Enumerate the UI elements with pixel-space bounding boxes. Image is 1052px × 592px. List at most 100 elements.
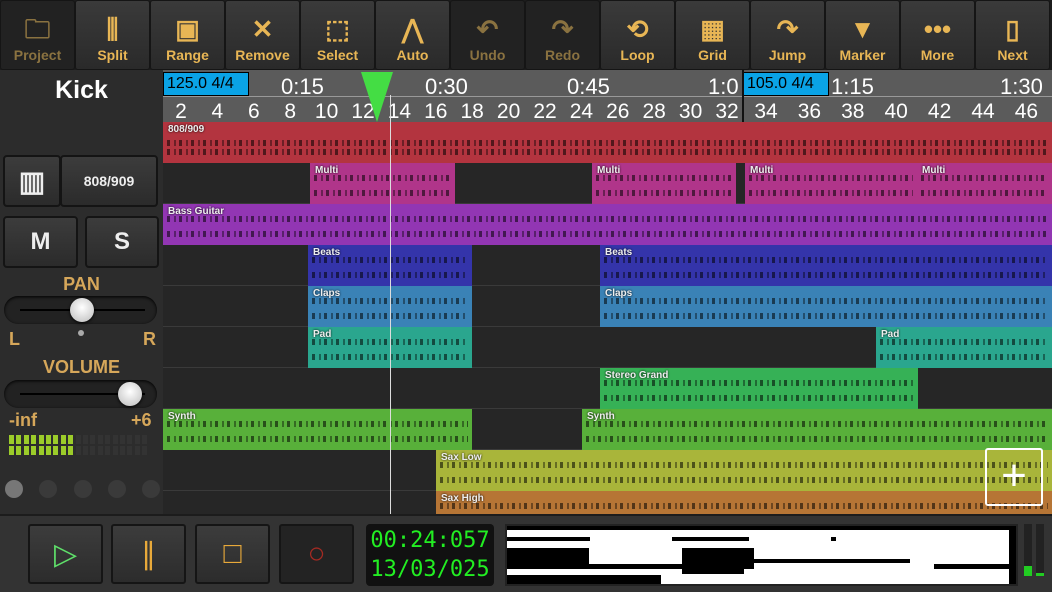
track-row[interactable]: Bass Guitar — [163, 204, 1052, 245]
more-button[interactable]: ••• More — [900, 0, 975, 70]
clip[interactable]: 808/909 — [163, 122, 1052, 163]
clip[interactable]: Multi — [592, 163, 736, 204]
bar-label: 40 — [884, 100, 908, 123]
time-label: 1:0 — [708, 74, 739, 99]
track-row[interactable]: 808/909 — [163, 122, 1052, 163]
playhead-marker[interactable] — [361, 72, 393, 122]
mute-button[interactable]: M — [3, 216, 78, 268]
page-dot[interactable] — [5, 480, 23, 498]
timeline-ruler[interactable]: 0:15 0:30 0:45 1:0 1:15 1:30 2 4 6 8 10 12 14 16 18 20 2… — [163, 70, 1052, 123]
clip-label: Claps — [605, 288, 633, 299]
project-button[interactable]: 🗀 Project — [0, 0, 75, 70]
pan-slider[interactable] — [4, 296, 157, 324]
time-label: 0:15 — [281, 74, 324, 99]
meter-segment — [31, 435, 37, 444]
add-track-button[interactable]: + — [985, 448, 1043, 506]
toolbar-label: Undo — [469, 47, 506, 63]
clip[interactable]: Multi — [310, 163, 455, 204]
automation-icon: ⋀ — [401, 14, 424, 44]
track-row[interactable]: Stereo Grand — [163, 368, 1052, 409]
meter-segment — [23, 446, 29, 455]
meter-segment — [75, 435, 81, 444]
clip[interactable]: Multi — [917, 163, 1052, 204]
pause-button[interactable]: ∥ — [111, 524, 186, 584]
page-dot[interactable] — [73, 480, 92, 498]
toolbar-label: Loop — [620, 47, 655, 63]
bar-label: 18 — [460, 100, 484, 123]
stop-button[interactable]: □ — [195, 524, 270, 584]
track-panel: Kick ▥ 808/909 M S PAN L R VOLUME -inf +… — [0, 70, 163, 514]
clip-label: Bass Guitar — [168, 206, 225, 217]
song-overview[interactable] — [505, 524, 1018, 586]
meter-segment — [142, 446, 148, 455]
overview-clip — [507, 571, 682, 575]
track-row[interactable]: Beats Beats — [163, 245, 1052, 286]
clip[interactable]: Synth — [163, 409, 472, 450]
undo-icon: ↶ — [476, 14, 499, 44]
volume-knob[interactable] — [118, 382, 142, 406]
page-dot[interactable] — [107, 480, 126, 498]
record-button[interactable]: ○ — [279, 524, 354, 584]
pan-knob[interactable] — [70, 298, 94, 322]
page-dot[interactable] — [39, 480, 58, 498]
track-row[interactable]: Multi Multi Multi Multi — [163, 163, 1052, 204]
track-row[interactable]: Pad Pad — [163, 327, 1052, 368]
clip[interactable]: Sax High — [436, 491, 1052, 514]
marker-button[interactable]: ▼ Marker — [825, 0, 900, 70]
jump-button[interactable]: ↷ Jump — [750, 0, 825, 70]
page-dot[interactable] — [142, 480, 160, 498]
auto-button[interactable]: ⋀ Auto — [375, 0, 450, 70]
meter-segment — [97, 446, 103, 455]
piano-icon[interactable]: ▥ — [3, 155, 61, 207]
overview-clip — [588, 560, 682, 564]
clip[interactable]: Bass Guitar — [163, 204, 1052, 245]
pause-icon: ∥ — [141, 537, 156, 571]
play-button[interactable]: ▷ — [28, 524, 103, 584]
undo-button[interactable]: ↶ Undo — [450, 0, 525, 70]
meter-segment — [142, 435, 148, 444]
time-readout: 00:24:057 — [370, 528, 490, 553]
clip[interactable]: Synth — [582, 409, 1052, 450]
grid-button[interactable]: ▦ Grid — [675, 0, 750, 70]
track-name[interactable]: Kick — [0, 76, 163, 105]
track-row[interactable]: Synth Synth — [163, 409, 1052, 450]
redo-icon: ↷ — [551, 14, 574, 44]
clip[interactable]: Multi — [745, 163, 917, 204]
track-area[interactable]: 808/909 Multi Multi Multi Multi Bass Guitar Be… — [163, 122, 1052, 514]
bar-label: 6 — [247, 100, 260, 123]
grid-icon: ▦ — [700, 14, 725, 44]
loop-button[interactable]: ⟲ Loop — [600, 0, 675, 70]
meter-segment — [134, 435, 140, 444]
toolbar-label: Jump — [768, 47, 807, 63]
clip[interactable]: Stereo Grand — [600, 368, 918, 409]
select-icon: ⬚ — [325, 14, 350, 44]
meter-segment — [46, 435, 51, 444]
track-row[interactable]: Sax Low — [163, 450, 1052, 491]
instrument-button[interactable]: 808/909 — [60, 155, 158, 207]
tempo-marker[interactable]: 105.0 4/4 — [743, 72, 829, 96]
clip[interactable]: Beats — [600, 245, 1052, 286]
track-row[interactable]: Claps Claps — [163, 286, 1052, 327]
remove-button[interactable]: ✕ Remove — [225, 0, 300, 70]
range-button[interactable]: ▣ Range — [150, 0, 225, 70]
clip-label: 808/909 — [168, 124, 205, 135]
clip[interactable]: Sax Low — [436, 450, 1052, 491]
clip-label: Multi — [922, 165, 946, 176]
bar-label: 2 — [175, 100, 187, 123]
volume-slider[interactable] — [4, 380, 157, 408]
tempo-marker[interactable]: 125.0 4/4 — [163, 72, 249, 96]
playhead-line — [390, 95, 391, 514]
clip[interactable]: Pad — [876, 327, 1052, 368]
meter-segment — [16, 446, 22, 455]
clip[interactable]: Claps — [600, 286, 1052, 327]
meter-segment — [120, 446, 125, 455]
track-row[interactable]: Sax High — [163, 491, 1052, 514]
meter-segment — [9, 435, 14, 444]
select-button[interactable]: ⬚ Select — [300, 0, 375, 70]
next-button[interactable]: ▯ Next — [975, 0, 1050, 70]
redo-button[interactable]: ↷ Redo — [525, 0, 600, 70]
solo-button[interactable]: S — [85, 216, 159, 268]
split-button[interactable]: ⫼ Split — [75, 0, 150, 70]
toolbar-label: Marker — [839, 47, 886, 63]
toolbar-label: Project — [13, 47, 62, 63]
